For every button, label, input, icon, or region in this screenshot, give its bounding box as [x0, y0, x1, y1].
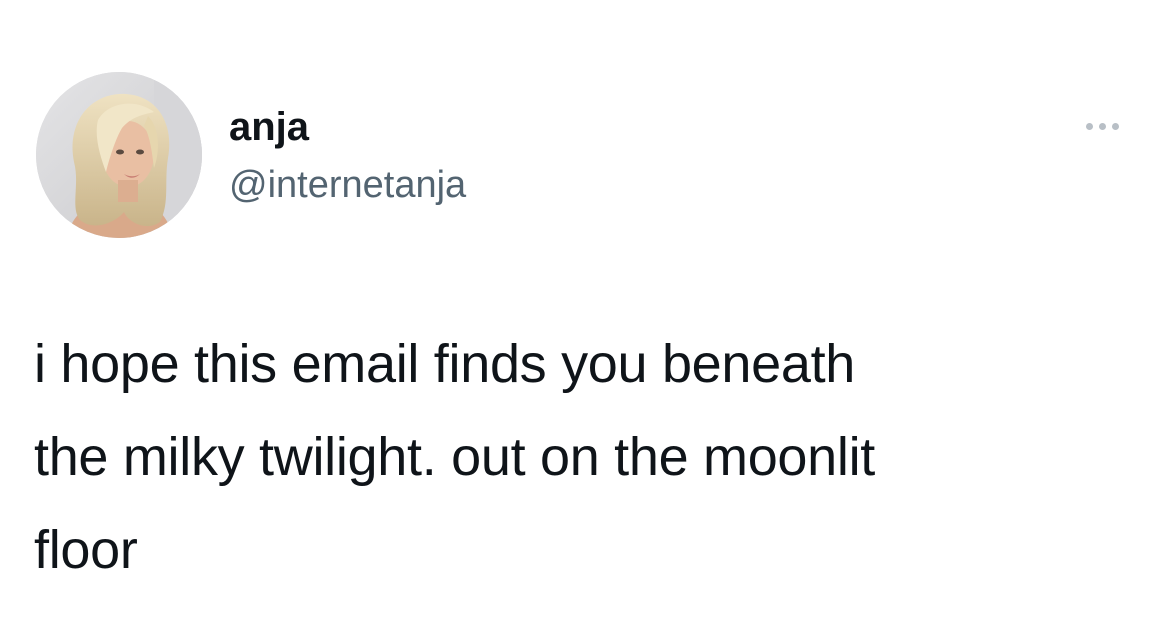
tweet-card: anja @internetanja i hope this email fin…: [0, 0, 1170, 623]
more-options-button[interactable]: [1072, 112, 1132, 140]
author-handle[interactable]: @internetanja: [229, 162, 466, 208]
author-avatar[interactable]: [36, 72, 202, 238]
tweet-text: i hope this email finds you beneath the …: [34, 334, 875, 580]
more-options-icon: [1083, 117, 1122, 135]
avatar-image: [36, 72, 202, 238]
author-display-name[interactable]: anja: [229, 104, 309, 150]
